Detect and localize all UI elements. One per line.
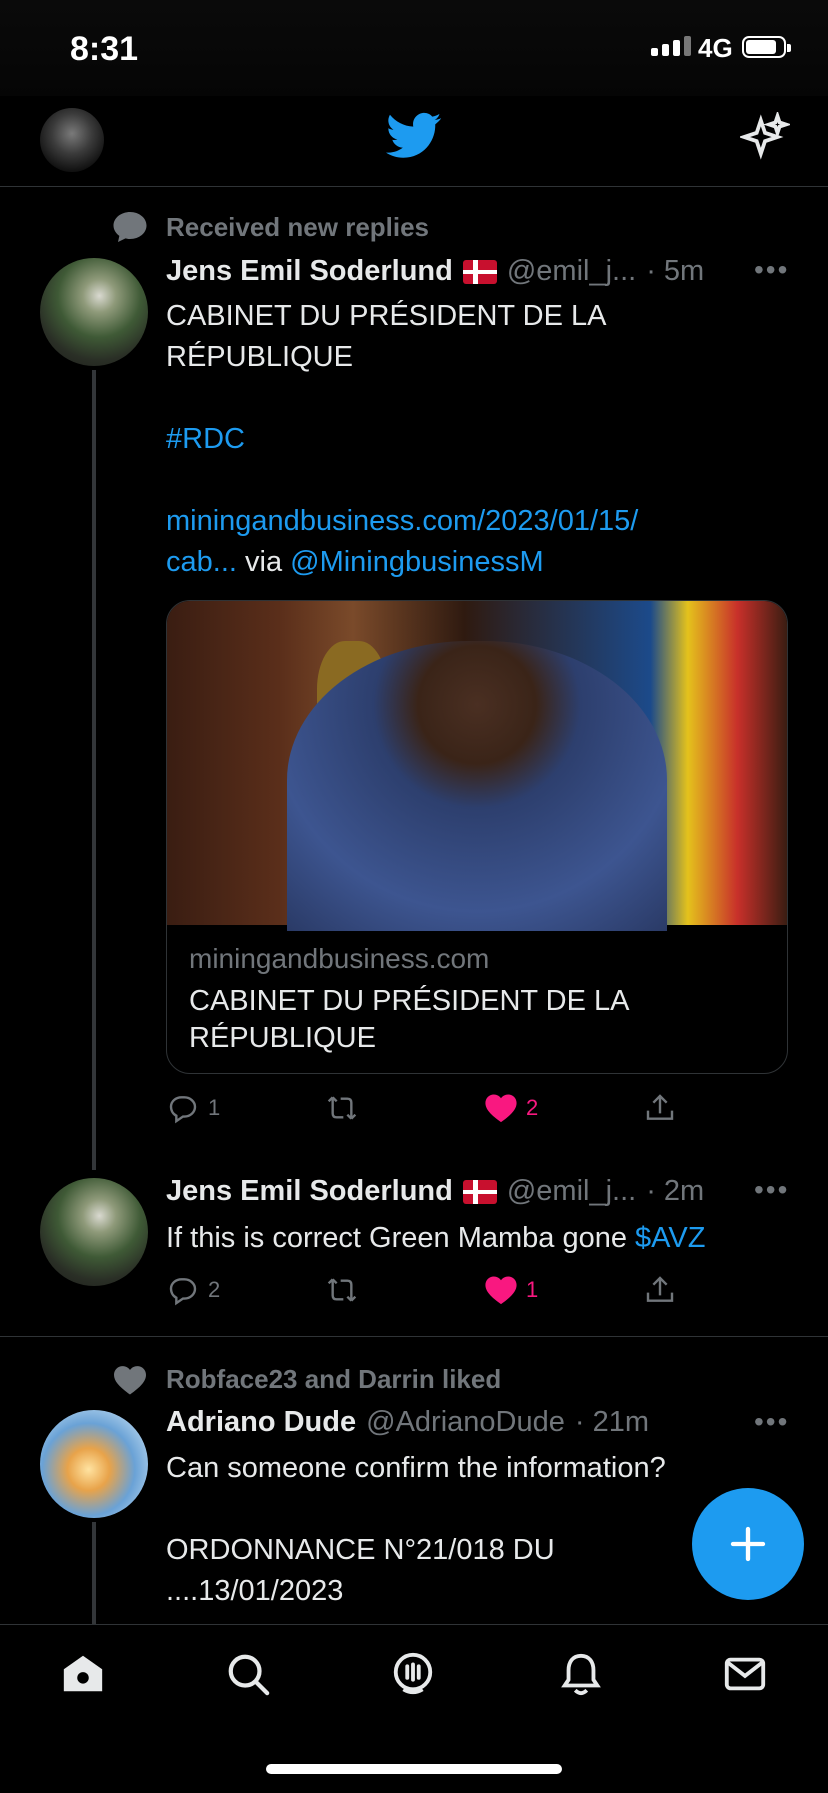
- tweet-header: Adriano Dude @AdrianoDude · 21m: [166, 1406, 649, 1439]
- retweet-icon: [327, 1096, 357, 1120]
- tweet-time: · 2m: [646, 1175, 705, 1207]
- more-icon[interactable]: •••: [754, 254, 789, 286]
- reply-context-icon: [112, 210, 148, 249]
- tweet-line: ....13/01/2023: [166, 1575, 344, 1607]
- network-label: 4G: [698, 33, 733, 63]
- thread-line: [92, 370, 96, 1170]
- tweet-header: Jens Emil Soderlund @emil_j... · 2m: [166, 1175, 704, 1208]
- plus-icon: [730, 1526, 766, 1562]
- battery-icon: [742, 36, 791, 58]
- author-name[interactable]: Adriano Dude: [166, 1406, 356, 1439]
- like-button[interactable]: 2: [484, 1092, 644, 1124]
- author-handle[interactable]: @AdrianoDude: [366, 1406, 565, 1439]
- cashtag-link[interactable]: $AVZ: [635, 1222, 705, 1254]
- share-icon: [646, 1094, 674, 1120]
- reply-count: 1: [208, 1095, 221, 1120]
- retweet-button[interactable]: [324, 1092, 484, 1124]
- hashtag-link[interactable]: #RDC: [166, 419, 766, 460]
- profile-avatar[interactable]: [40, 108, 104, 172]
- signal-icon: [651, 36, 691, 56]
- heart-icon: [485, 1276, 517, 1305]
- more-icon[interactable]: •••: [754, 1406, 789, 1438]
- heart-icon: [485, 1094, 517, 1123]
- tweet-line: If this is correct Green Mamba gone: [166, 1222, 627, 1254]
- mail-icon[interactable]: [722, 1651, 768, 1702]
- avatar[interactable]: [40, 1178, 148, 1286]
- tweet-line: CABINET DU PRÉSIDENT DE LA: [166, 300, 607, 332]
- reply-button[interactable]: 2: [166, 1274, 324, 1306]
- denmark-flag-icon: [462, 259, 497, 284]
- spaces-icon[interactable]: [390, 1651, 436, 1702]
- tweet-actions: 1 2: [166, 1092, 676, 1124]
- context-label: Robface23 and Darrin liked: [166, 1364, 502, 1394]
- avatar[interactable]: [40, 1410, 148, 1518]
- url-link-end[interactable]: cab...: [166, 546, 237, 578]
- author-name[interactable]: Jens Emil Soderlund: [166, 1175, 453, 1208]
- card-image: [167, 601, 787, 931]
- denmark-flag-icon: [462, 1179, 497, 1204]
- tweet-text: Can someone confirm the information? ORD…: [166, 1448, 766, 1624]
- divider: [0, 1336, 828, 1337]
- home-indicator: [266, 1764, 562, 1774]
- author-handle[interactable]: @emil_j...: [507, 255, 636, 288]
- card-title: RÉPUBLIQUE: [189, 1022, 376, 1054]
- compose-button[interactable]: [692, 1488, 804, 1600]
- via-text: via: [245, 546, 283, 578]
- tweet-line: Can someone confirm the information?: [166, 1452, 666, 1484]
- search-icon[interactable]: [225, 1651, 271, 1702]
- home-icon[interactable]: [60, 1651, 106, 1702]
- like-count: 2: [526, 1095, 539, 1120]
- top-navigation: [0, 96, 828, 187]
- share-button[interactable]: [644, 1092, 676, 1124]
- card-title: CABINET DU PRÉSIDENT DE LA: [189, 985, 630, 1017]
- card-domain: miningandbusiness.com: [189, 943, 490, 974]
- twitter-bird-icon[interactable]: [386, 112, 442, 165]
- context-label: Received new replies: [166, 212, 430, 242]
- tweet-header: Jens Emil Soderlund @emil_j... · 5m: [166, 255, 704, 288]
- link-card[interactable]: miningandbusiness.com CABINET DU PRÉSIDE…: [166, 600, 788, 1074]
- reply-button[interactable]: 1: [166, 1092, 324, 1124]
- more-icon[interactable]: •••: [754, 1174, 789, 1206]
- reply-count: 2: [208, 1277, 221, 1302]
- share-button[interactable]: [644, 1274, 676, 1306]
- share-icon: [646, 1276, 674, 1302]
- avatar[interactable]: [40, 258, 148, 366]
- tweet-time: · 5m: [646, 255, 705, 287]
- bell-icon[interactable]: [558, 1651, 604, 1702]
- like-button[interactable]: 1: [484, 1274, 644, 1306]
- status-time: 8:31: [70, 30, 139, 68]
- mention-link[interactable]: @MiningbusinessM: [290, 546, 543, 578]
- author-handle[interactable]: @emil_j...: [507, 1175, 636, 1208]
- retweet-button[interactable]: [324, 1274, 484, 1306]
- reply-icon: [169, 1278, 197, 1306]
- tweet-time: · 21m: [574, 1406, 649, 1438]
- thread-line: [92, 1522, 96, 1624]
- url-link[interactable]: miningandbusiness.com/2023/01/15/: [166, 501, 766, 542]
- tweet-actions: 2 1: [166, 1274, 676, 1306]
- author-name[interactable]: Jens Emil Soderlund: [166, 255, 453, 288]
- tweet-line: RÉPUBLIQUE: [166, 341, 353, 373]
- retweet-icon: [327, 1278, 357, 1302]
- status-bar: 8:31 4G: [0, 0, 828, 96]
- reply-icon: [169, 1096, 197, 1124]
- like-count: 1: [526, 1277, 539, 1302]
- sparkle-icon[interactable]: [738, 110, 792, 167]
- tweet-line: ORDONNANCE N°21/018 DU: [166, 1534, 555, 1566]
- liked-context-icon: [112, 1364, 148, 1401]
- tweet-text: CABINET DU PRÉSIDENT DE LA RÉPUBLIQUE #R…: [166, 296, 766, 583]
- tweet-text: If this is correct Green Mamba gone $AVZ: [166, 1218, 705, 1259]
